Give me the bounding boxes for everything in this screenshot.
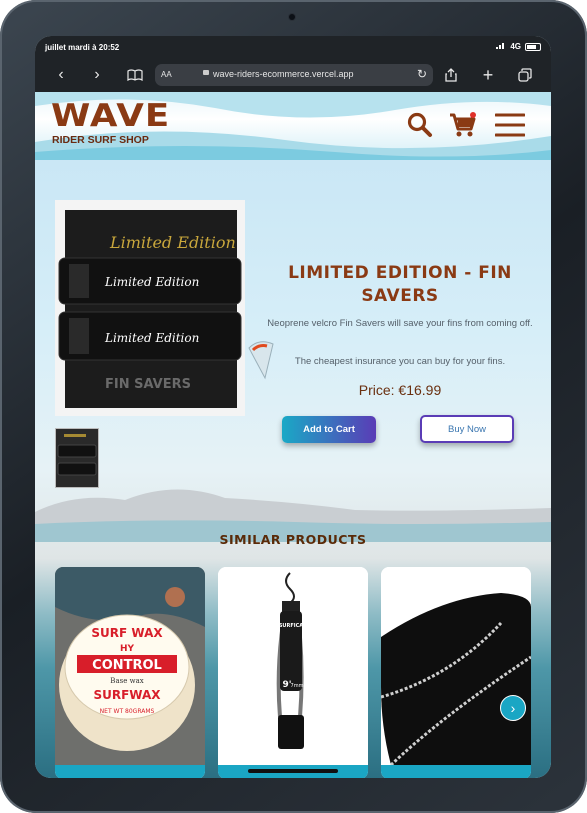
product-price: Price: €16.99	[358, 382, 442, 398]
text-size-button[interactable]: AA	[161, 70, 172, 79]
chevron-right-icon: ›	[510, 700, 516, 716]
wax-text-3: CONTROL	[92, 658, 162, 673]
hamburger-menu-icon[interactable]	[494, 112, 526, 143]
neoprene-sock-image	[381, 567, 531, 765]
share-icon[interactable]	[441, 65, 461, 85]
wax-text-6: NET WT 80GRAMS	[100, 708, 155, 715]
leash-text-1: SURFICA	[279, 623, 303, 629]
new-tab-icon[interactable]: +	[478, 65, 498, 85]
add-to-cart-button[interactable]: Add to Cart	[282, 416, 376, 443]
strap-text-1: Limited Edition	[104, 275, 199, 289]
carousel-next-button[interactable]: ›	[500, 695, 526, 721]
browser-toolbar: ‹ › AA wave-riders-ecommerce.vercel.app …	[35, 58, 551, 92]
battery-icon	[525, 42, 541, 51]
similar-products-heading: Similar Products	[219, 532, 367, 547]
network-label: 4G	[510, 42, 521, 51]
web-page: WAVE RIDER SURF SHOP Limited Edition Lim…	[35, 92, 551, 778]
surf-wax-image: SURF WAX HY CONTROL Base wax SURFWAX NET…	[55, 567, 205, 765]
signal-icon	[496, 42, 506, 51]
status-time: juillet mardi à 20:52	[45, 43, 120, 52]
wax-text-2: HY	[120, 644, 135, 654]
logo-subtitle[interactable]: RIDER SURF SHOP	[52, 134, 149, 146]
reader-book-icon[interactable]	[125, 65, 145, 85]
image-top-text: Limited Edition	[109, 233, 236, 252]
status-bar: juillet mardi à 20:52 4G	[35, 36, 551, 58]
wax-text-5: SURFWAX	[93, 688, 161, 702]
status-icons: 4G	[496, 42, 541, 51]
search-icon[interactable]	[407, 112, 433, 143]
strap-text-2: Limited Edition	[104, 331, 199, 345]
image-label-text: FIN SAVERS	[105, 377, 191, 392]
forward-icon[interactable]: ›	[87, 65, 107, 85]
front-camera	[289, 14, 295, 20]
surf-leash-image: SURFICA 9' 7mm	[218, 567, 368, 765]
reload-icon[interactable]: ↻	[417, 67, 427, 81]
screen: juillet mardi à 20:52 4G ‹ › AA wave-rid…	[35, 36, 551, 778]
similar-product-card[interactable]: SURF WAX HY CONTROL Base wax SURFWAX NET…	[55, 567, 205, 778]
product-thumbnail[interactable]	[55, 428, 99, 488]
product-description: Neoprene velcro Fin Savers will save you…	[267, 318, 533, 329]
similar-product-card[interactable]	[381, 567, 531, 778]
card-footer	[55, 765, 205, 778]
buy-now-button[interactable]: Buy Now	[420, 415, 514, 443]
home-indicator[interactable]	[248, 769, 338, 773]
similar-product-card[interactable]: SURFICA 9' 7mm	[218, 567, 368, 778]
wax-text-1: SURF WAX	[91, 626, 163, 640]
wax-text-4: Base wax	[110, 677, 143, 685]
cart-icon[interactable]	[449, 112, 477, 143]
tabs-icon[interactable]	[515, 65, 535, 85]
site-header: WAVE RIDER SURF SHOP	[35, 92, 551, 160]
back-icon[interactable]: ‹	[51, 65, 71, 85]
product-main-image[interactable]: Limited Edition Limited Edition Limited …	[55, 200, 245, 416]
tablet-frame: juillet mardi à 20:52 4G ‹ › AA wave-rid…	[0, 0, 587, 813]
logo-title[interactable]: WAVE	[51, 98, 170, 134]
product-tagline: The cheapest insurance you can buy for y…	[294, 356, 506, 367]
lock-icon	[203, 70, 209, 75]
card-footer	[381, 765, 531, 778]
address-bar[interactable]: AA wave-riders-ecommerce.vercel.app ↻	[155, 64, 433, 86]
leash-text-3: 7mm	[291, 683, 304, 689]
product-title: Limited Edition - Fin Savers	[288, 263, 512, 306]
url-text: wave-riders-ecommerce.vercel.app	[213, 69, 354, 79]
